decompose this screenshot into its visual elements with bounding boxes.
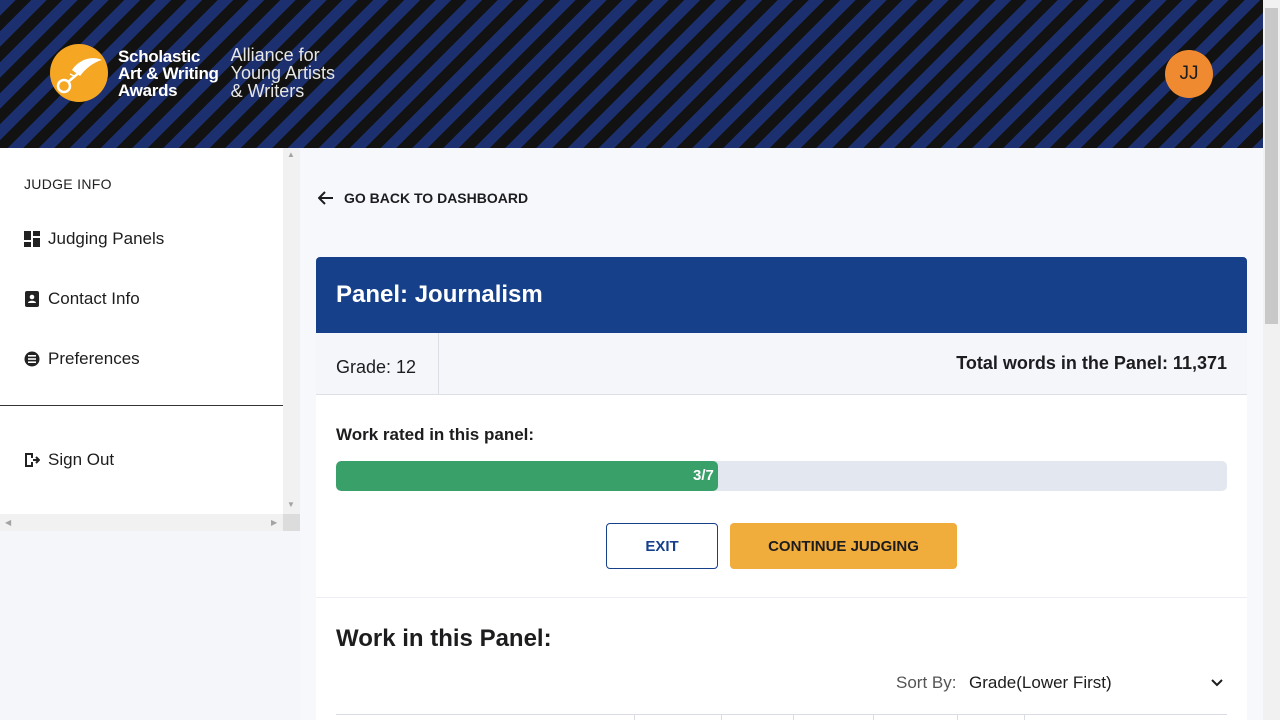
- logo-line: Awards: [118, 80, 178, 100]
- continue-judging-button[interactable]: CONTINUE JUDGING: [730, 523, 957, 569]
- sidebar-item-label: Contact Info: [48, 289, 140, 308]
- sidebar-item-judging-panels[interactable]: Judging Panels: [24, 229, 164, 249]
- preferences-icon: [24, 351, 40, 367]
- subtitle-line: Young Artists: [230, 63, 336, 83]
- back-link-label: GO BACK TO DASHBOARD: [344, 190, 529, 206]
- window-scrollbar[interactable]: [1263, 0, 1280, 720]
- panel-card: Panel: Journalism Grade: 12 Total words …: [316, 257, 1247, 720]
- table-header-cell: [958, 715, 1025, 720]
- scholastic-logo[interactable]: Scholastic Art & Writing Awards Alliance…: [50, 44, 335, 102]
- sort-selected-value: Grade(Lower First): [969, 673, 1112, 692]
- sidebar-item-label: Judging Panels: [48, 229, 165, 248]
- panel-stats: Grade: 12 Total words in the Panel: 11,3…: [316, 333, 1247, 395]
- dashboard-icon: [24, 231, 40, 247]
- table-header-cell: [336, 715, 635, 720]
- logo-wordmark: Scholastic Art & Writing Awards: [118, 48, 219, 99]
- sidebar-divider: [0, 405, 283, 406]
- table-header-cell: [794, 715, 874, 720]
- panel-title: Panel: Journalism: [316, 257, 1247, 333]
- chevron-down-icon: [1211, 679, 1223, 687]
- sidebar-item-label: Sign Out: [48, 450, 115, 469]
- table-header-cell: [635, 715, 722, 720]
- rating-progress-fill: 3/7: [336, 461, 718, 491]
- exit-button[interactable]: EXIT: [606, 523, 718, 569]
- sidebar-vertical-scrollbar[interactable]: ▲ ▼: [283, 148, 300, 514]
- work-table-header: [336, 714, 1227, 720]
- card-divider: [316, 597, 1247, 598]
- logo-line: Scholastic: [118, 46, 201, 66]
- sort-by-select[interactable]: Grade(Lower First): [969, 671, 1227, 695]
- subtitle-line: Alliance for: [230, 45, 320, 65]
- scroll-right-icon[interactable]: ▶: [271, 518, 277, 527]
- sidebar-horizontal-scrollbar[interactable]: ◀ ▶: [0, 514, 283, 531]
- progress-text: 3/7: [693, 467, 714, 484]
- sidebar-item-preferences[interactable]: Preferences: [24, 349, 140, 369]
- work-in-panel-heading: Work in this Panel:: [336, 625, 552, 652]
- sidebar-menu: JUDGE INFO Judging Panels Contact Info P…: [0, 148, 283, 514]
- sort-by-label: Sort By:: [896, 673, 957, 692]
- sidebar-item-label: Preferences: [48, 349, 140, 368]
- scroll-left-icon[interactable]: ◀: [5, 518, 11, 527]
- sign-out-icon: [24, 452, 40, 468]
- table-header-cell: [874, 715, 958, 720]
- panel-grade: Grade: 12: [316, 333, 439, 395]
- table-header-cell: [722, 715, 794, 720]
- scrollbar-corner: [283, 514, 300, 531]
- sidebar-item-contact-info[interactable]: Contact Info: [24, 289, 140, 309]
- subtitle-line: & Writers: [230, 81, 305, 101]
- arrow-left-icon: [318, 191, 333, 205]
- sidebar-item-sign-out[interactable]: Sign Out: [24, 450, 114, 470]
- work-rated-label: Work rated in this panel:: [336, 425, 535, 444]
- window-scrollbar-thumb[interactable]: [1265, 8, 1278, 324]
- main-content: GO BACK TO DASHBOARD Panel: Journalism G…: [300, 148, 1263, 720]
- rating-progress-bar: 3/7: [336, 461, 1227, 491]
- scroll-up-icon[interactable]: ▲: [287, 150, 295, 159]
- logo-line: Art & Writing: [118, 63, 219, 83]
- scroll-down-icon[interactable]: ▼: [287, 500, 295, 509]
- logo-subtitle: Alliance for Young Artists & Writers: [231, 46, 335, 100]
- user-avatar[interactable]: JJ: [1165, 50, 1213, 98]
- panel-total-words: Total words in the Panel: 11,371: [956, 353, 1227, 373]
- go-back-to-dashboard-link[interactable]: GO BACK TO DASHBOARD: [318, 190, 528, 206]
- sidebar: JUDGE INFO Judging Panels Contact Info P…: [0, 148, 300, 720]
- logo-key-icon: [50, 44, 108, 102]
- contact-book-icon: [24, 291, 40, 307]
- sidebar-section-title: JUDGE INFO: [24, 176, 112, 192]
- site-header: Scholastic Art & Writing Awards Alliance…: [0, 0, 1263, 148]
